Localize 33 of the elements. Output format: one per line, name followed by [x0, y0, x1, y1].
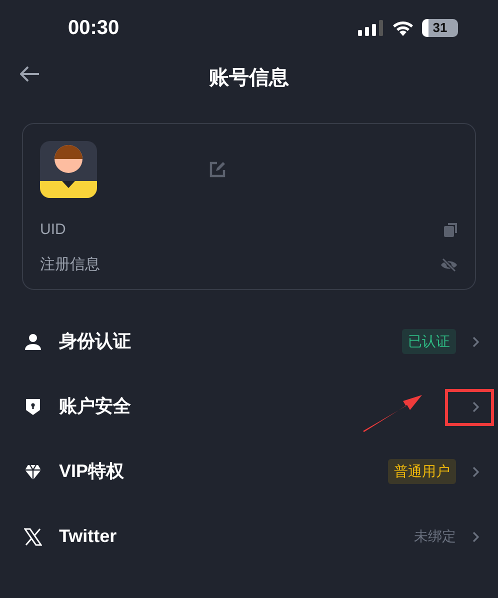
- chevron-right-icon: [472, 400, 480, 412]
- copy-icon[interactable]: [444, 223, 458, 237]
- signal-icon: [358, 20, 384, 36]
- menu-label: Twitter: [59, 525, 117, 548]
- menu-row[interactable]: VIP特权 普通用户: [0, 439, 498, 504]
- status-time: 00:30: [68, 16, 120, 41]
- back-button[interactable]: [20, 66, 40, 82]
- menu-row[interactable]: 身份认证 已认证: [0, 309, 498, 374]
- menu-label: 账户安全: [59, 395, 131, 418]
- status-badge: 普通用户: [388, 459, 456, 484]
- diamond-icon: [24, 462, 42, 480]
- status-text: 未绑定: [414, 527, 456, 546]
- wifi-icon: [392, 20, 414, 36]
- annotation-arrow: [362, 394, 422, 432]
- registration-label: 注册信息: [40, 254, 100, 275]
- eye-hidden-icon[interactable]: [440, 258, 458, 272]
- avatar-icon: [40, 141, 97, 198]
- back-arrow-icon: [20, 66, 40, 82]
- menu-row[interactable]: Twitter 未绑定: [0, 504, 498, 569]
- battery-icon: 31: [422, 19, 458, 37]
- page-title: 账号信息: [209, 66, 289, 91]
- menu-label: 身份认证: [59, 330, 131, 353]
- person-icon: [24, 332, 42, 350]
- chevron-right-icon: [472, 466, 480, 478]
- chevron-right-icon: [472, 336, 480, 348]
- menu-row[interactable]: 账户安全: [0, 374, 498, 439]
- status-badge: 已认证: [402, 329, 456, 354]
- x-logo-icon: [24, 528, 42, 546]
- edit-icon[interactable]: [209, 161, 226, 178]
- shield-lock-icon: [24, 398, 42, 416]
- uid-label: UID: [40, 220, 66, 240]
- menu-label: VIP特权: [59, 460, 124, 483]
- chevron-right-icon: [472, 530, 480, 542]
